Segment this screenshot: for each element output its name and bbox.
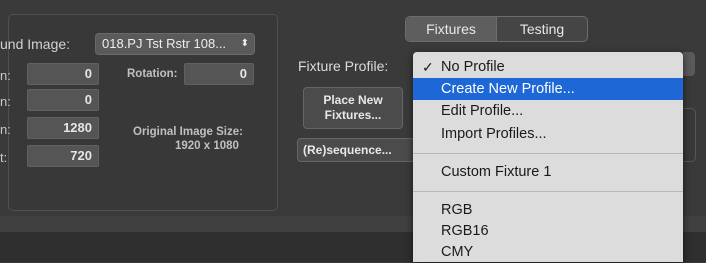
menu-item-label: Create New Profile... [441,81,575,97]
menu-item-label: RGB [441,202,473,218]
resequence-button[interactable]: (Re)sequence... [297,138,415,162]
fixture-profile-menu: ✓ No Profile Create New Profile... Edit … [413,52,683,262]
up-down-arrows-icon: ⬍ [240,38,249,49]
menu-item-create-new-profile[interactable]: Create New Profile... [413,78,683,100]
tab-testing[interactable]: Testing [497,17,587,41]
menu-item-import-profiles[interactable]: Import Profiles... [413,123,683,145]
height-field[interactable]: 720 [27,145,99,167]
mode-tabs: Fixtures Testing [405,16,588,42]
field-label-1: n: [0,68,11,83]
menu-item-label: Edit Profile... [441,103,524,119]
menu-item-label: Import Profiles... [441,126,547,142]
menu-item-rgb[interactable]: RGB [413,199,683,221]
offset-x-field[interactable]: 0 [27,63,99,85]
menu-item-custom-fixture-1[interactable]: Custom Fixture 1 [413,161,683,183]
offset-y-field[interactable]: 0 [27,89,99,111]
menu-separator [413,191,683,192]
field-label-3: n: [0,122,11,137]
menu-item-edit-profile[interactable]: Edit Profile... [413,100,683,122]
menu-item-no-profile[interactable]: ✓ No Profile [413,56,683,78]
menu-item-label: No Profile [441,59,505,75]
fixture-profile-select-edge[interactable] [683,52,695,76]
field-label-4: t: [0,150,8,165]
checkmark-icon: ✓ [422,59,434,75]
fixture-profile-label: Fixture Profile: [298,58,389,74]
original-size-label: Original Image Size: [133,126,243,138]
rotation-field[interactable]: 0 [184,63,254,85]
menu-item-rgb16[interactable]: RGB16 [413,220,683,242]
field-label-2: n: [0,94,11,109]
menu-item-label: RGB16 [441,223,489,239]
rotation-label: Rotation: [127,68,178,80]
background-image-select[interactable]: 018.PJ Tst Rstr 108... ⬍ [95,33,255,55]
menu-item-label: Custom Fixture 1 [441,164,552,180]
background-image-label: und Image: [0,36,71,52]
background-image-value: 018.PJ Tst Rstr 108... [102,36,227,51]
menu-separator [413,153,683,154]
menu-item-label: CMY [441,244,474,260]
original-size-value: 1920 x 1080 [175,140,239,152]
place-new-fixtures-button[interactable]: Place New Fixtures... [303,87,403,129]
width-field[interactable]: 1280 [27,117,99,139]
tab-fixtures[interactable]: Fixtures [406,17,497,41]
menu-item-cmy[interactable]: CMY [413,241,683,263]
